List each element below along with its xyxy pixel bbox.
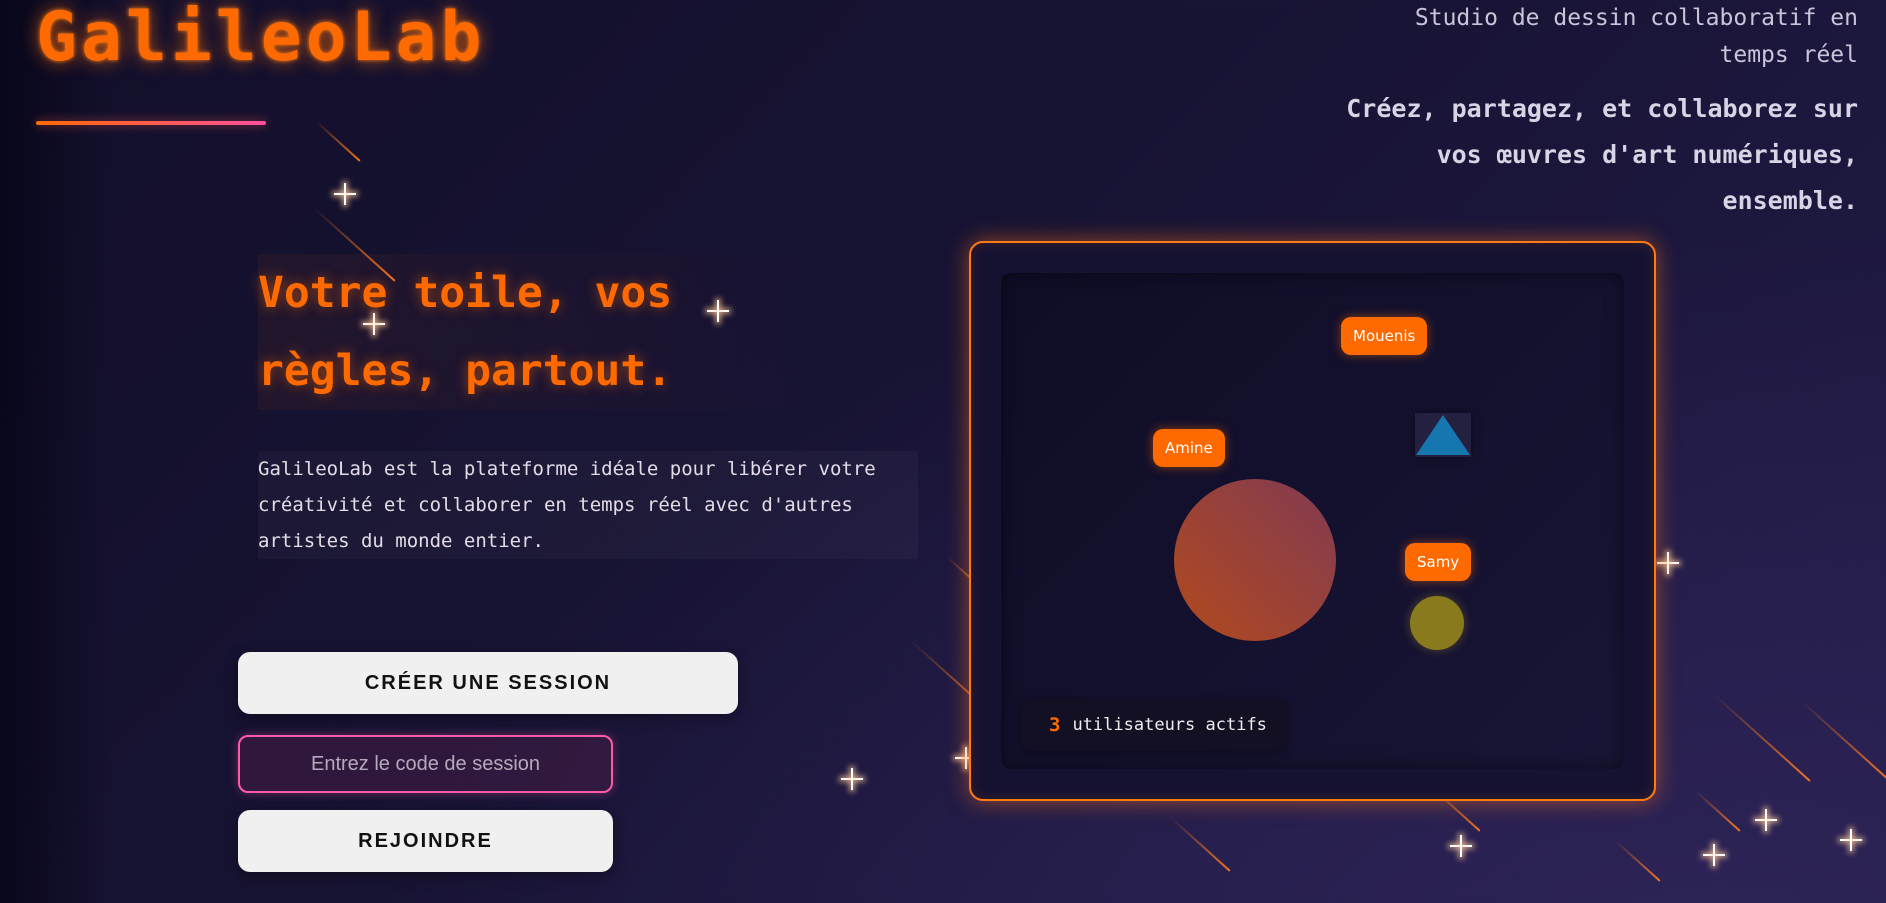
shape-circle-amine (1174, 479, 1336, 641)
tagline: Studio de dessin collaboratif en temps r… (1414, 5, 1858, 68)
subtagline: Créez, partagez, et collaborez sur vos œ… (1346, 94, 1858, 215)
streak (314, 120, 361, 162)
triangle-icon (1416, 415, 1470, 455)
active-users-badge: 3 utilisateurs actifs (1021, 699, 1287, 751)
logo[interactable]: GalileoLab (36, 0, 485, 76)
user-tag-amine: Amine (1153, 429, 1225, 467)
session-code-input[interactable] (238, 735, 613, 793)
sparkle-icon (1755, 809, 1777, 831)
user-tag-mouenis: Mouenis (1341, 317, 1428, 355)
streak (1614, 840, 1661, 882)
sparkle-icon (1657, 552, 1679, 574)
hero-description: GalileoLab est la plateforme idéale pour… (258, 451, 918, 559)
sparkle-icon (841, 768, 863, 790)
active-users-label: utilisateurs actifs (1072, 715, 1267, 735)
sparkle-icon (1450, 835, 1472, 857)
streak (1800, 699, 1886, 782)
user-tag-samy: Samy (1405, 543, 1472, 581)
streak (1712, 693, 1811, 782)
left-shadow (0, 0, 110, 903)
canvas-area: Mouenis Amine Samy 3 utilisateurs actifs (1001, 273, 1624, 769)
canvas-preview: Mouenis Amine Samy 3 utilisateurs actifs (969, 241, 1656, 801)
active-users-count: 3 (1049, 714, 1061, 736)
shape-circle-samy (1410, 596, 1464, 650)
sparkle-icon (1703, 844, 1725, 866)
shape-triangle (1415, 413, 1471, 457)
sparkle-icon (334, 183, 356, 205)
logo-underline (36, 121, 266, 125)
join-button[interactable]: REJOINDRE (238, 810, 613, 872)
streak (1169, 816, 1231, 872)
hero-title: Votre toile, vos règles, partout. (258, 254, 818, 410)
sparkle-icon (1840, 829, 1862, 851)
streak (1694, 790, 1741, 832)
create-session-button[interactable]: CRÉER UNE SESSION (238, 652, 738, 714)
